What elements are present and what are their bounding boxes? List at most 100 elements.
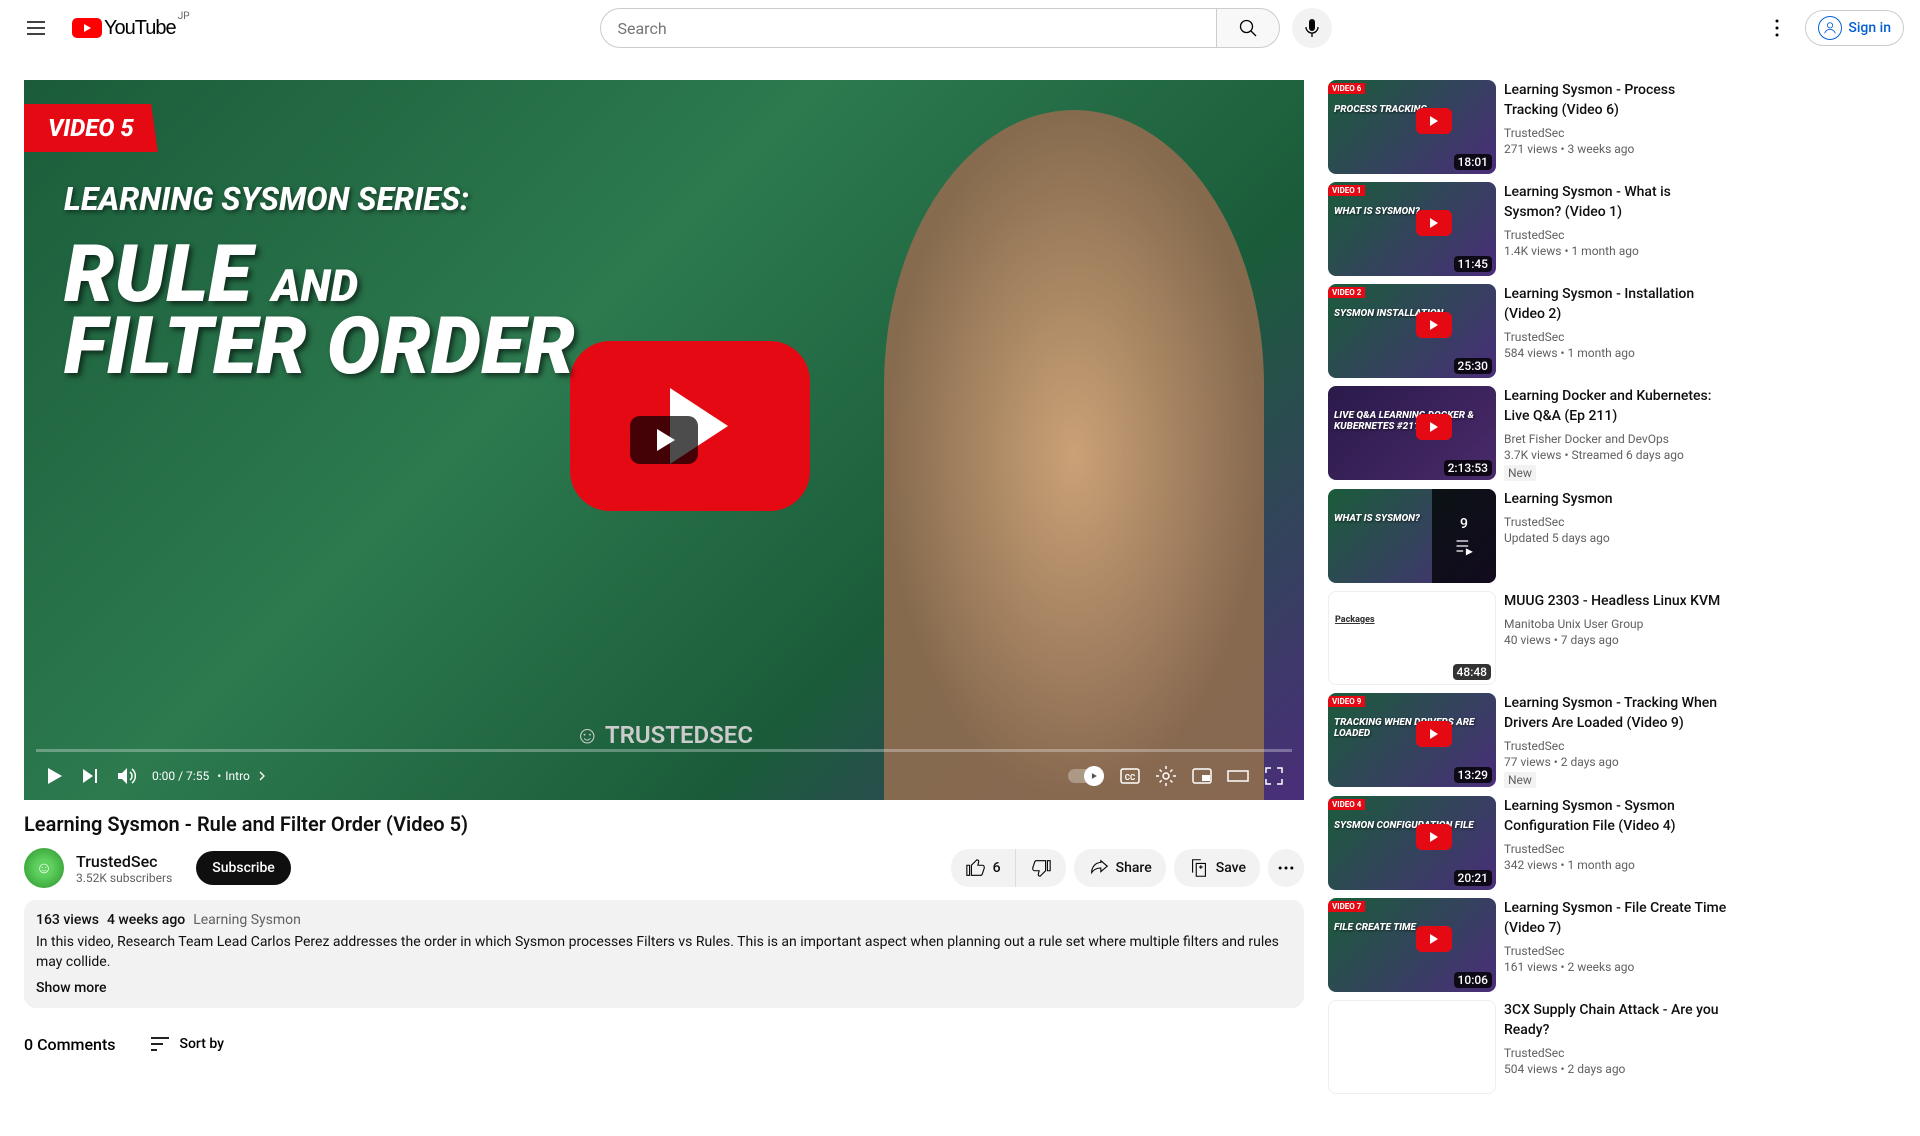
settings-gear-button[interactable] [1148, 758, 1184, 794]
related-video-item[interactable]: VIDEO 2SYSMON INSTALLATION25:30Learning … [1328, 284, 1730, 378]
description-tag[interactable]: Learning Sysmon [193, 912, 301, 928]
thumbnail-brand: ☺ TRUSTEDSEC [64, 721, 1264, 750]
related-thumbnail[interactable]: VIDEO 6PROCESS TRACKING18:01 [1328, 80, 1496, 174]
related-thumbnail[interactable]: VIDEO 7 FILE CREATE TIME 10:06 [1328, 898, 1496, 992]
next-button[interactable] [72, 758, 108, 794]
thumbnail-badge: VIDEO 7 [1328, 901, 1365, 912]
related-video-item[interactable]: WHAT IS SYSMON?9 Learning Sysmon TrustedSe… [1328, 489, 1730, 583]
channel-name[interactable]: TrustedSec [76, 852, 172, 871]
related-title[interactable]: Learning Sysmon [1504, 489, 1730, 509]
search-button[interactable] [1216, 8, 1280, 48]
miniplayer-icon [1190, 764, 1214, 788]
related-channel[interactable]: TrustedSec [1504, 942, 1730, 960]
related-video-item[interactable]: VIDEO 1WHAT IS SYSMON?11:45Learning Sysm… [1328, 182, 1730, 276]
duration-badge: 18:01 [1454, 154, 1492, 170]
more-horizontal-icon [1276, 857, 1296, 879]
comments-header: 0 Comments Sort by [24, 1032, 1304, 1056]
thumbnail-text: TRACKING WHEN DRIVERS ARE LOADED [1334, 717, 1496, 739]
gear-icon [1154, 764, 1178, 788]
related-channel[interactable]: TrustedSec [1504, 737, 1730, 755]
share-label: Share [1116, 860, 1152, 876]
time-display: 0:00 / 7:55 [152, 769, 209, 783]
thumbnail-badge: VIDEO 2 [1328, 287, 1365, 298]
volume-button[interactable] [108, 758, 144, 794]
duration-badge: 10:06 [1454, 972, 1492, 988]
subscribe-button[interactable]: Subscribe [196, 851, 291, 885]
related-channel[interactable]: TrustedSec [1504, 1044, 1730, 1062]
related-channel[interactable]: TrustedSec [1504, 840, 1730, 858]
play-button[interactable] [630, 416, 698, 464]
related-thumbnail[interactable]: Packages48:48 [1328, 591, 1496, 685]
show-more-button[interactable]: Show more [36, 980, 1292, 996]
related-title[interactable]: Learning Sysmon - File Create Time (Vide… [1504, 898, 1730, 938]
more-actions-button[interactable] [1268, 849, 1304, 887]
related-channel[interactable]: TrustedSec [1504, 328, 1730, 346]
related-title[interactable]: Learning Sysmon - Tracking When Drivers … [1504, 693, 1730, 733]
related-channel[interactable]: TrustedSec [1504, 226, 1730, 244]
related-thumbnail[interactable]: VIDEO 9TRACKING WHEN DRIVERS ARE LOADED1… [1328, 693, 1496, 787]
channel-avatar[interactable]: ☺ [24, 848, 64, 888]
related-thumbnail[interactable]: VIDEO 1WHAT IS SYSMON?11:45 [1328, 182, 1496, 276]
video-number-badge: VIDEO 5 [24, 104, 158, 152]
related-info: Learning Sysmon - Installation (Video 2)… [1504, 284, 1730, 378]
chapter-button[interactable]: • Intro [217, 768, 270, 784]
video-player[interactable]: VIDEO 5 LEARNING SYSMON SERIES: RULE AND… [24, 80, 1304, 800]
related-info: MUUG 2303 - Headless Linux KVM Manitoba U… [1504, 591, 1730, 685]
description-box[interactable]: 163 views 4 weeks ago Learning Sysmon In… [24, 900, 1304, 1008]
related-video-item[interactable]: VIDEO 9TRACKING WHEN DRIVERS ARE LOADED1… [1328, 693, 1730, 788]
settings-button[interactable] [1757, 8, 1797, 48]
related-thumbnail[interactable]: VIDEO 2SYSMON INSTALLATION25:30 [1328, 284, 1496, 378]
related-thumbnail[interactable]: WHAT IS SYSMON?9 [1328, 489, 1496, 583]
related-channel[interactable]: TrustedSec [1504, 513, 1730, 531]
related-title[interactable]: Learning Sysmon - Installation (Video 2) [1504, 284, 1730, 324]
sort-comments-button[interactable]: Sort by [148, 1032, 225, 1056]
related-meta: Updated 5 days ago [1504, 531, 1730, 545]
thumbnail-text: WHAT IS SYSMON? [1334, 513, 1420, 524]
share-button[interactable]: Share [1074, 849, 1166, 887]
related-info: Learning Sysmon - Sysmon Configuration F… [1504, 796, 1730, 890]
upload-date: 4 weeks ago [107, 912, 185, 928]
related-video-item[interactable]: VIDEO 7 FILE CREATE TIME 10:06 Learning Sys… [1328, 898, 1730, 992]
related-channel[interactable]: Bret Fisher Docker and DevOps [1504, 430, 1730, 448]
related-title[interactable]: Learning Sysmon - Process Tracking (Vide… [1504, 80, 1730, 120]
related-title[interactable]: Learning Sysmon - What is Sysmon? (Video… [1504, 182, 1730, 222]
channel-row: ☺ TrustedSec 3.52K subscribers Subscribe… [24, 848, 1304, 888]
related-title[interactable]: Learning Sysmon - Sysmon Configuration F… [1504, 796, 1730, 836]
theater-button[interactable] [1220, 758, 1256, 794]
miniplayer-button[interactable] [1184, 758, 1220, 794]
save-button[interactable]: Save [1174, 849, 1260, 887]
search-input[interactable] [600, 8, 1216, 48]
related-title[interactable]: 3CX Supply Chain Attack - Are you Ready? [1504, 1000, 1730, 1040]
voice-search-button[interactable] [1292, 8, 1332, 48]
sign-in-button[interactable]: Sign in [1805, 10, 1904, 46]
search-icon [1236, 16, 1260, 40]
primary-column: VIDEO 5 LEARNING SYSMON SERIES: RULE AND… [24, 80, 1304, 1102]
subtitles-button[interactable]: CC [1112, 758, 1148, 794]
user-icon [1818, 16, 1842, 40]
related-video-item[interactable]: LIVE Q&A LEARNING DOCKER & KUBERNETES #2… [1328, 386, 1730, 481]
action-buttons: 6 Share Save [951, 849, 1304, 887]
related-video-item[interactable]: VIDEO 6PROCESS TRACKING18:01Learning Sys… [1328, 80, 1730, 174]
header-right: Sign in [1757, 8, 1904, 48]
thumbnail-text: FILE CREATE TIME [1334, 922, 1416, 933]
related-thumbnail[interactable]: LIVE Q&A LEARNING DOCKER & KUBERNETES #2… [1328, 386, 1496, 480]
related-title[interactable]: MUUG 2303 - Headless Linux KVM [1504, 591, 1730, 611]
related-channel[interactable]: TrustedSec [1504, 124, 1730, 142]
related-video-item[interactable]: VIDEO 4SYSMON CONFIGURATION FILE20:21Lea… [1328, 796, 1730, 890]
description-meta: 163 views 4 weeks ago Learning Sysmon [36, 912, 1292, 928]
related-channel[interactable]: Manitoba Unix User Group [1504, 615, 1730, 633]
menu-button[interactable] [16, 8, 56, 48]
dislike-button[interactable] [1016, 849, 1066, 887]
related-meta: 504 views • 2 days ago [1504, 1062, 1730, 1076]
theater-icon [1226, 764, 1250, 788]
fullscreen-button[interactable] [1256, 758, 1292, 794]
like-button[interactable]: 6 [951, 849, 1016, 887]
related-title[interactable]: Learning Docker and Kubernetes: Live Q&A… [1504, 386, 1730, 426]
youtube-logo[interactable]: YouTube JP [72, 17, 176, 40]
autoplay-toggle[interactable] [1068, 769, 1104, 783]
related-thumbnail[interactable]: VIDEO 4SYSMON CONFIGURATION FILE20:21 [1328, 796, 1496, 890]
page-content: VIDEO 5 LEARNING SYSMON SERIES: RULE AND… [0, 56, 1920, 1102]
thumbnail-badge: VIDEO 1 [1328, 185, 1365, 196]
play-pause-button[interactable] [36, 758, 72, 794]
related-video-item[interactable]: Packages48:48MUUG 2303 - Headless Linux … [1328, 591, 1730, 685]
